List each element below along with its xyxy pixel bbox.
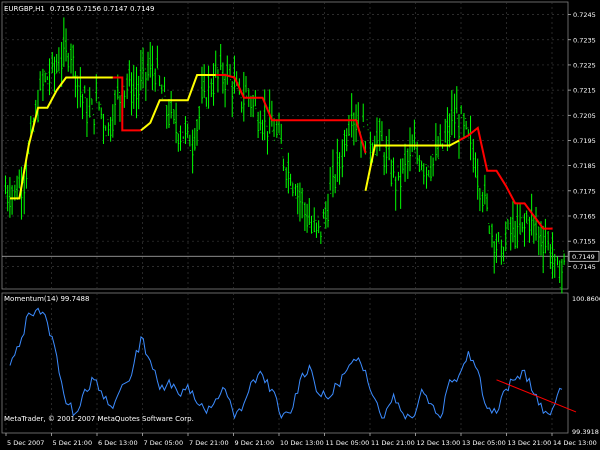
price-pane-title: EURGBP,H1 0.7156 0.7156 0.7147 0.7149 [4,5,154,13]
time-tick-label: 12 Dec 13:00 [417,439,461,447]
time-tick-label: 5 Dec 21:00 [53,439,93,447]
price-tick-label: 0.7225 [573,61,596,69]
price-tick-label: 0.7185 [573,162,596,170]
chart-root: 0.7245 0.7235 0.7225 0.7215 0.7205 0.7195 0.71… [0,0,600,450]
time-tick-label: 5 Dec 2007 [7,439,44,447]
current-price-label: 0.7149 [572,253,595,261]
price-tick-label: 0.7175 [573,187,596,195]
time-tick-label: 7 Dec 21:00 [189,439,229,447]
price-tick-label: 0.7205 [573,112,596,120]
price-tick-label: 0.7235 [573,36,596,44]
copyright-label: MetaTrader, © 2001-2007 MetaQuotes Softw… [4,415,194,423]
price-tick-label: 0.7155 [573,238,596,246]
time-tick-label: 13 Dec 21:00 [508,439,552,447]
indicator-pane-title: Momentum(14) 99.7488 [4,295,89,303]
time-tick-label: 9 Dec 21:00 [235,439,275,447]
price-tick-label: 0.7145 [573,263,596,271]
time-tick-label: 6 Dec 13:00 [98,439,138,447]
price-tick-label: 0.7165 [573,212,596,220]
time-tick-label: 14 Dec 13:00 [553,439,597,447]
indicator-tick-label: 99.3918 [572,428,599,436]
indicator-tick-label: 100.8606 [572,295,600,303]
price-tick-label: 0.7195 [573,137,596,145]
time-tick-label: 13 Dec 05:00 [462,439,506,447]
time-tick-label: 11 Dec 05:00 [326,439,370,447]
time-tick-label: 10 Dec 13:00 [280,439,324,447]
time-tick-label: 7 Dec 05:00 [144,439,184,447]
price-tick-label: 0.7215 [573,87,596,95]
price-tick-label: 0.7245 [573,11,596,19]
time-tick-label: 11 Dec 21:00 [371,439,415,447]
